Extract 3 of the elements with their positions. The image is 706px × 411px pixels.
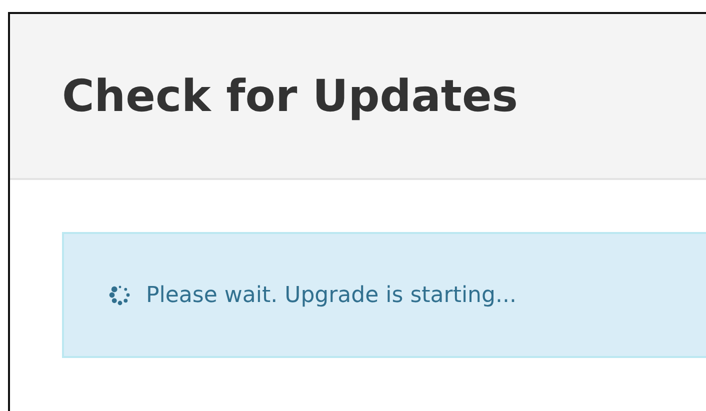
page-title: Check for Updates	[62, 70, 518, 122]
alert-message: Please wait. Upgrade is starting...	[146, 282, 516, 308]
loading-spinner-icon	[108, 283, 132, 307]
